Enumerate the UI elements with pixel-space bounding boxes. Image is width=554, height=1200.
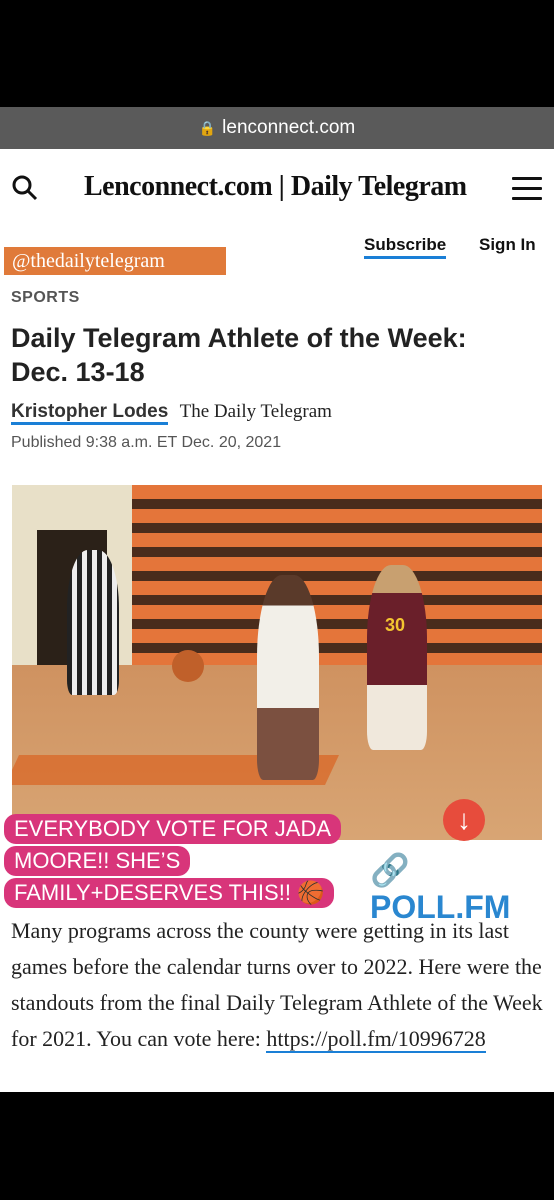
story-caption: EVERYBODY VOTE FOR JADA: [4, 814, 342, 844]
story-caption: MOORE!! SHE’S: [4, 846, 191, 876]
handle-sticker: @thedailytelegram: [4, 247, 226, 275]
player-figure: [257, 575, 319, 780]
url-text: lenconnect.com: [222, 117, 356, 138]
article-body: Many programs across the county were get…: [11, 918, 543, 1053]
search-icon[interactable]: [10, 173, 40, 203]
masthead: Lenconnect.com | Daily Telegram: [0, 149, 554, 229]
byline: Kristopher Lodes The Daily Telegram: [11, 401, 332, 425]
web-page: Lenconnect.com | Daily Telegram @thedail…: [0, 149, 554, 1092]
browser-url-bar[interactable]: 🔒 lenconnect.com: [0, 107, 554, 149]
section-label[interactable]: SPORTS: [11, 289, 80, 307]
published-date: Published 9:38 a.m. ET Dec. 20, 2021: [11, 434, 282, 451]
story-caption: FAMILY+DESERVES THIS!! 🏀: [4, 878, 335, 908]
poll-link[interactable]: https://poll.fm/10996728: [266, 1026, 486, 1053]
article-headline: Daily Telegram Athlete of the Week: Dec.…: [11, 323, 467, 387]
publication-name: The Daily Telegram: [179, 401, 332, 422]
author-link[interactable]: Kristopher Lodes: [11, 401, 169, 425]
site-logo[interactable]: Lenconnect.com | Daily Telegram: [84, 171, 467, 203]
article-photo: 30: [12, 485, 542, 840]
basketball-icon: [172, 650, 204, 682]
arrow-down-icon[interactable]: ↓: [443, 799, 485, 841]
sign-in-button[interactable]: Sign In: [479, 235, 536, 255]
referee-figure: [67, 550, 119, 695]
menu-icon[interactable]: [512, 177, 542, 201]
subscribe-button[interactable]: Subscribe: [364, 235, 447, 259]
player-figure: 30: [367, 565, 427, 750]
lock-icon: 🔒: [198, 119, 217, 136]
